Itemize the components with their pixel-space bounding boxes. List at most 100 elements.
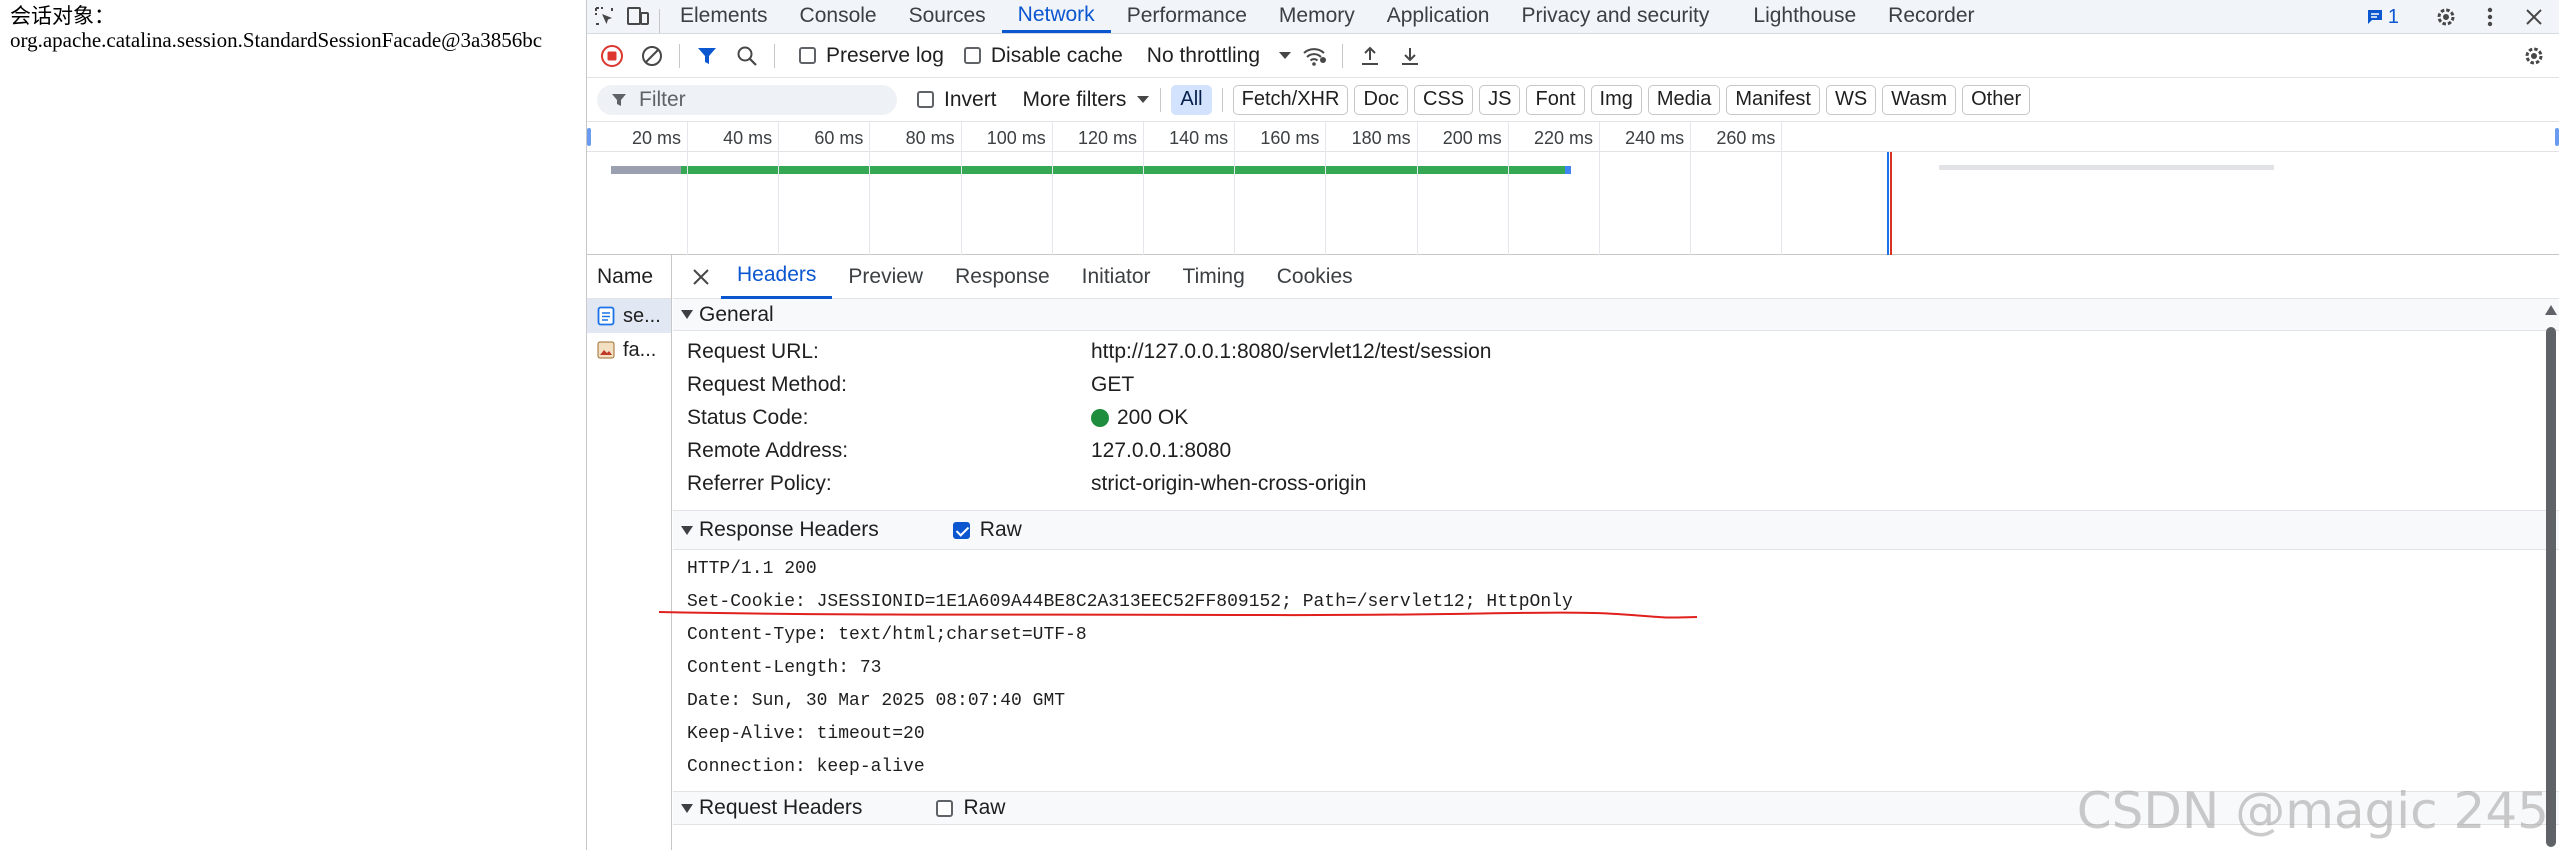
tab-response[interactable]: Response xyxy=(939,255,1066,299)
filter-input[interactable]: Filter xyxy=(597,84,897,115)
overview-right-handle[interactable] xyxy=(2555,128,2559,146)
general-section-header[interactable]: General xyxy=(673,299,2559,331)
tab-application[interactable]: Application xyxy=(1371,0,1506,33)
filter-placeholder: Filter xyxy=(639,87,686,111)
filter-chip-ws[interactable]: WS xyxy=(1825,84,1877,115)
filter-chip-manifest[interactable]: Manifest xyxy=(1726,84,1820,115)
preserve-log-label: Preserve log xyxy=(826,43,944,67)
export-har-download-icon[interactable] xyxy=(1393,39,1427,73)
tab-cookies[interactable]: Cookies xyxy=(1261,255,1369,299)
throttling-value: No throttling xyxy=(1146,43,1261,67)
tab-initiator[interactable]: Initiator xyxy=(1066,255,1167,299)
detail-scrollbar[interactable] xyxy=(2545,305,2557,847)
settings-gear-icon[interactable] xyxy=(2429,0,2463,34)
request-list: Name se... fa... xyxy=(587,255,672,850)
filter-chip-img[interactable]: Img xyxy=(1590,84,1642,115)
overview-ruler: 20 ms 40 ms 60 ms 80 ms 100 ms 120 ms 140 ms 16… xyxy=(587,122,2559,152)
tab-timing[interactable]: Timing xyxy=(1167,255,1261,299)
request-raw-box[interactable] xyxy=(936,799,954,817)
filter-chip-css[interactable]: CSS xyxy=(1414,84,1474,115)
filter-funnel-icon[interactable] xyxy=(690,39,724,73)
clear-icon[interactable] xyxy=(635,39,669,73)
close-devtools-icon[interactable] xyxy=(2517,0,2551,34)
more-options-icon[interactable] xyxy=(2473,0,2507,34)
general-row: Status Code: 200 OK xyxy=(673,401,2559,434)
header-key: Status Code: xyxy=(687,405,809,429)
more-filters-dropdown[interactable]: More filters xyxy=(1023,88,1151,112)
tab-headers[interactable]: Headers xyxy=(721,255,833,299)
invert-checkbox[interactable]: Invert xyxy=(917,88,997,112)
overview-tick-label: 160 ms xyxy=(1260,128,1320,148)
header-value[interactable]: http://127.0.0.1:8080/servlet12/test/ses… xyxy=(1091,340,1491,364)
filter-chip-media[interactable]: Media xyxy=(1647,84,1721,115)
header-key: Referrer Policy: xyxy=(687,471,832,495)
scrollbar-thumb[interactable] xyxy=(2546,327,2556,847)
session-label: 会话对象： xyxy=(10,4,115,28)
expand-triangle-icon xyxy=(681,310,693,319)
raw-header-line: Keep-Alive: timeout=20 xyxy=(687,723,925,744)
filter-bar: Filter Invert More filters All Fetch/XHR… xyxy=(587,78,2559,122)
header-value[interactable]: GET xyxy=(1091,373,1134,397)
tab-memory[interactable]: Memory xyxy=(1263,0,1371,33)
filter-chip-fetch-xhr[interactable]: Fetch/XHR xyxy=(1232,84,1349,115)
request-raw-checkbox[interactable]: Raw xyxy=(936,796,1005,820)
record-stop-icon[interactable] xyxy=(595,39,629,73)
document-icon xyxy=(597,306,615,326)
tab-performance[interactable]: Performance xyxy=(1111,0,1263,33)
disable-cache-checkbox[interactable]: Disable cache xyxy=(963,44,1123,68)
issues-badge[interactable]: 1 xyxy=(2366,6,2399,29)
network-overview-timeline[interactable]: 20 ms 40 ms 60 ms 80 ms 100 ms 120 ms 140 ms 16… xyxy=(587,122,2559,255)
filter-chip-js[interactable]: JS xyxy=(1479,84,1521,115)
raw-box[interactable] xyxy=(952,521,970,539)
tab-sources[interactable]: Sources xyxy=(893,0,1002,33)
disable-cache-box[interactable] xyxy=(963,47,981,64)
scroll-up-arrow-icon[interactable] xyxy=(2545,305,2557,315)
inspect-element-icon[interactable] xyxy=(587,0,621,33)
overview-gridline xyxy=(687,122,688,255)
search-icon[interactable] xyxy=(730,39,764,73)
invert-box[interactable] xyxy=(917,91,934,108)
tab-elements[interactable]: Elements xyxy=(664,0,784,33)
network-conditions-wifi-icon[interactable] xyxy=(1298,39,1332,73)
filter-chip-doc[interactable]: Doc xyxy=(1354,84,1409,115)
overview-gridline xyxy=(960,122,962,255)
request-row[interactable]: fa... xyxy=(587,333,671,367)
overview-tick-label: 260 ms xyxy=(1716,128,1776,148)
close-detail-icon[interactable] xyxy=(681,255,721,299)
network-settings-gear-icon[interactable] xyxy=(2517,39,2551,73)
request-row[interactable]: se... xyxy=(587,299,671,333)
response-headers-section-header[interactable]: Response Headers Raw xyxy=(673,510,2559,550)
tab-console[interactable]: Console xyxy=(784,0,893,33)
request-raw-label: Raw xyxy=(963,796,1006,819)
overview-bar-download xyxy=(681,166,1565,174)
tab-privacy-security[interactable]: Privacy and security xyxy=(1505,0,1725,33)
name-column-header[interactable]: Name xyxy=(587,255,671,299)
expand-triangle-icon xyxy=(681,525,693,535)
divider xyxy=(774,43,775,68)
overview-gridline xyxy=(1781,122,1783,255)
network-toolbar: Preserve log Disable cache No throttling xyxy=(587,34,2559,78)
import-har-upload-icon[interactable] xyxy=(1353,39,1387,73)
tab-network[interactable]: Network xyxy=(1001,0,1111,33)
header-value[interactable]: 127.0.0.1:8080 xyxy=(1091,439,1231,463)
header-value[interactable]: strict-origin-when-cross-origin xyxy=(1091,472,1366,496)
filter-chip-all[interactable]: All xyxy=(1171,84,1212,115)
filter-chip-other[interactable]: Other xyxy=(1962,84,2031,115)
preserve-log-checkbox[interactable]: Preserve log xyxy=(799,44,944,68)
filter-chip-wasm[interactable]: Wasm xyxy=(1882,84,1957,115)
raw-header-line: Date: Sun, 30 Mar 2025 08:07:40 GMT xyxy=(687,690,1066,711)
raw-checkbox[interactable]: Raw xyxy=(952,518,1022,542)
throttling-select[interactable]: No throttling xyxy=(1147,44,1292,68)
device-toolbar-icon[interactable] xyxy=(621,0,655,33)
filter-chip-font[interactable]: Font xyxy=(1526,84,1585,115)
overview-left-handle[interactable] xyxy=(587,128,591,146)
tab-lighthouse[interactable]: Lighthouse xyxy=(1737,0,1872,33)
tab-recorder[interactable]: Recorder xyxy=(1872,0,1990,33)
tab-preview[interactable]: Preview xyxy=(832,255,939,299)
raw-header-line: Connection: keep-alive xyxy=(687,756,925,777)
general-row: Referrer Policy: strict-origin-when-cros… xyxy=(673,467,2559,500)
image-icon xyxy=(597,341,615,359)
preserve-log-box[interactable] xyxy=(799,47,816,64)
overview-gridline xyxy=(1507,122,1509,255)
status-value-wrap[interactable]: 200 OK xyxy=(1091,406,1188,430)
